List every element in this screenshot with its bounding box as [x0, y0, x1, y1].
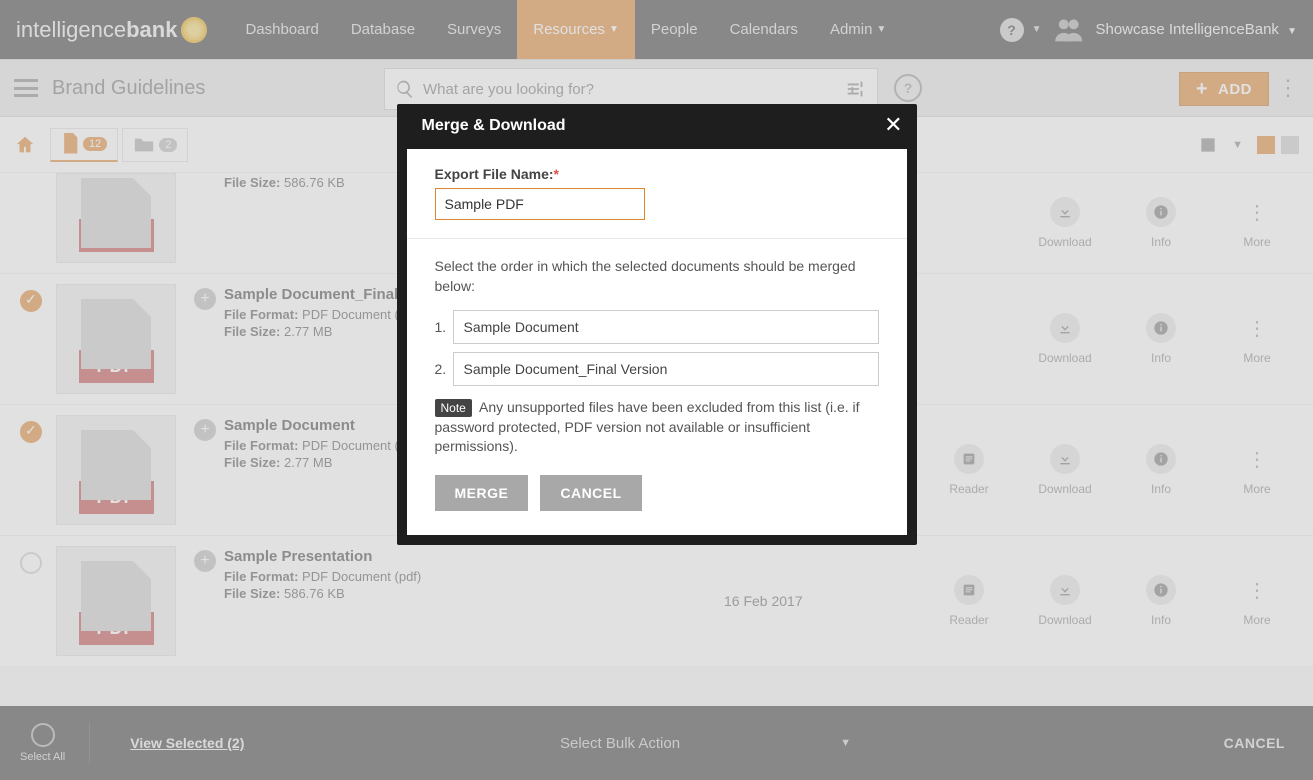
note-badge: Note	[435, 399, 472, 417]
modal-instruction: Select the order in which the selected d…	[435, 257, 879, 296]
merge-order-list: 1.Sample Document 2.Sample Document_Fina…	[435, 310, 879, 386]
modal-note: Note Any unsupported files have been exc…	[435, 398, 879, 457]
merge-download-modal: Merge & Download ✕ Export File Name:* Se…	[397, 104, 917, 545]
close-icon[interactable]: ✕	[876, 108, 910, 142]
export-filename-label: Export File Name:*	[435, 166, 879, 182]
modal-overlay[interactable]: Merge & Download ✕ Export File Name:* Se…	[0, 0, 1313, 780]
cancel-button[interactable]: CANCEL	[540, 475, 641, 511]
merge-order-item[interactable]: 2.Sample Document_Final Version	[435, 352, 879, 386]
merge-order-item[interactable]: 1.Sample Document	[435, 310, 879, 344]
modal-title: Merge & Download	[406, 113, 908, 149]
export-filename-input[interactable]	[435, 188, 645, 220]
merge-button[interactable]: MERGE	[435, 475, 529, 511]
